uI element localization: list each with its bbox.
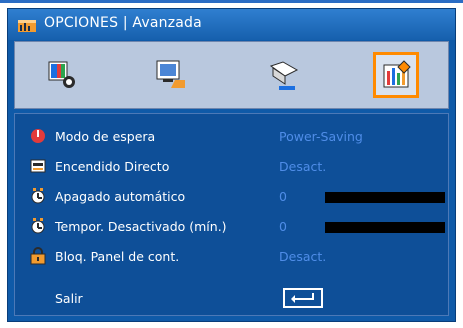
enter-key-icon[interactable] (283, 288, 323, 308)
options-icon (383, 60, 411, 88)
osd-window: OPCIONES | Avanzada Modo de espera Power… (7, 8, 456, 322)
row-value: Power-Saving (279, 129, 363, 144)
row-label: Encendido Directo (55, 159, 170, 174)
setup-icon (269, 61, 299, 90)
row-label: Tempor. Desactivado (mín.) (55, 219, 227, 234)
screen-settings-icon (156, 60, 185, 88)
title-bar: OPCIONES | Avanzada (8, 9, 455, 40)
row-value: Desact. (279, 159, 327, 174)
tab-setup[interactable] (261, 52, 307, 98)
row-value: 0 (279, 219, 287, 234)
row-value: 0 (279, 189, 287, 204)
auto-power-off-icon (31, 188, 45, 204)
sleep-timer-level-bar[interactable] (325, 222, 445, 233)
tab-bar (14, 41, 449, 109)
row-auto-power-off[interactable]: Apagado automático 0 (23, 187, 445, 209)
row-direct-power-on[interactable]: Encendido Directo Desact. (23, 157, 441, 179)
tab-image-settings[interactable] (39, 52, 85, 98)
auto-power-off-level-bar[interactable] (325, 192, 445, 203)
row-label: Modo de espera (55, 129, 156, 144)
tab-options[interactable] (373, 52, 419, 98)
image-settings-icon (48, 61, 75, 88)
row-keypad-lock[interactable]: Bloq. Panel de cont. Desact. (23, 247, 441, 269)
tab-screen-settings[interactable] (147, 52, 193, 98)
row-standby-mode[interactable]: Modo de espera Power-Saving (23, 127, 441, 149)
direct-power-on-icon (30, 159, 46, 173)
keypad-lock-icon (30, 247, 46, 265)
row-value: Desact. (279, 249, 327, 264)
window-title: OPCIONES | Avanzada (44, 15, 202, 31)
screenshot-frame: OPCIONES | Avanzada Modo de espera Power… (0, 0, 463, 328)
row-sleep-timer[interactable]: Tempor. Desactivado (mín.) 0 (23, 217, 445, 239)
row-label: Bloq. Panel de cont. (55, 249, 180, 264)
standby-icon (31, 129, 45, 143)
row-label: Apagado automático (55, 189, 186, 204)
exit-label[interactable]: Salir (55, 291, 83, 306)
settings-panel: Modo de espera Power-Saving Encendido Di… (14, 113, 449, 316)
sleep-timer-icon (31, 218, 45, 234)
top-accent-line (0, 0, 463, 3)
options-icon (18, 20, 36, 32)
